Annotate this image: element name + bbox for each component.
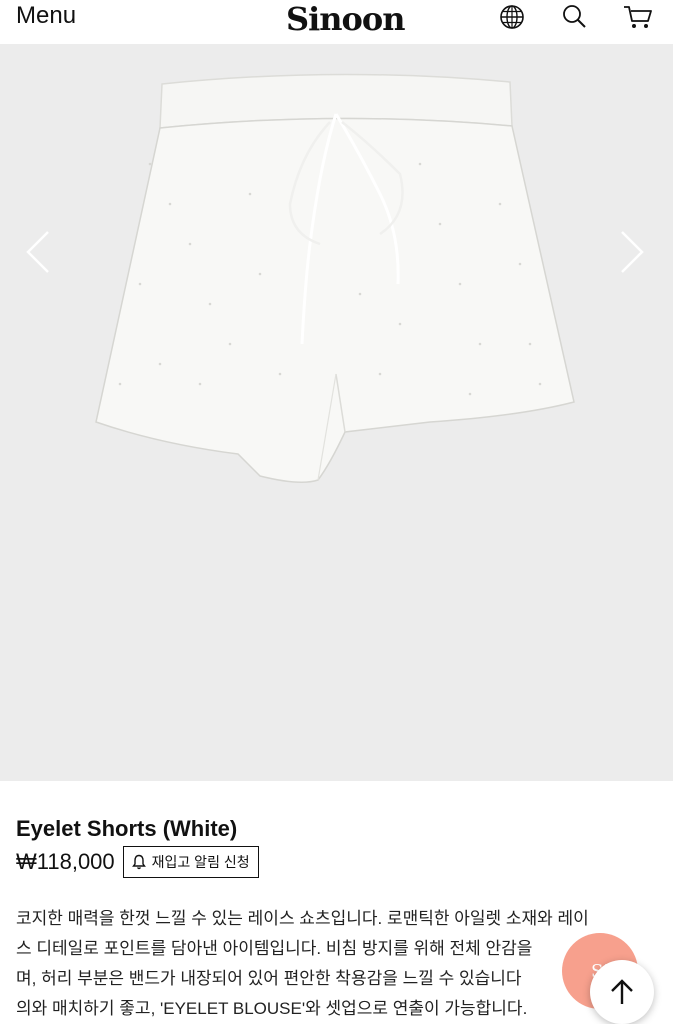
restock-notify-label: 재입고 알림 신청	[151, 854, 250, 870]
restock-notify-button[interactable]: 재입고 알림 신청	[122, 846, 259, 878]
product-price: ₩118,000	[16, 849, 115, 874]
product-info: Eyelet Shorts (White) ₩118,000 재입고 알림 신청	[16, 812, 656, 878]
next-image-arrow[interactable]	[616, 230, 646, 274]
brand-logo[interactable]: Sinoon	[286, 0, 405, 38]
bell-icon	[131, 854, 146, 870]
arrow-up-icon	[611, 979, 633, 1004]
product-title: Eyelet Shorts (White)	[16, 816, 238, 841]
menu-button[interactable]: Menu	[16, 2, 76, 30]
description-line: 코지한 매력을 한껏 느낄 수 있는 레이스 쇼츠입니다. 로맨틱한 아일렛 소…	[16, 909, 589, 928]
scroll-to-top-button[interactable]	[590, 960, 654, 1024]
description-line: 의와 매치하기 좋고, 'EYELET BLOUSE'와 셋업으로 연출이 가능…	[16, 999, 528, 1018]
previous-image-arrow[interactable]	[24, 230, 54, 274]
product-image	[95, 73, 575, 483]
search-icon[interactable]	[560, 3, 588, 31]
top-header: Menu Sinoon	[0, 0, 673, 44]
cart-icon[interactable]	[622, 3, 654, 31]
product-image-carousel[interactable]	[0, 44, 673, 781]
price-row: ₩118,000 재입고 알림 신청	[16, 846, 656, 878]
globe-icon[interactable]	[498, 3, 526, 31]
